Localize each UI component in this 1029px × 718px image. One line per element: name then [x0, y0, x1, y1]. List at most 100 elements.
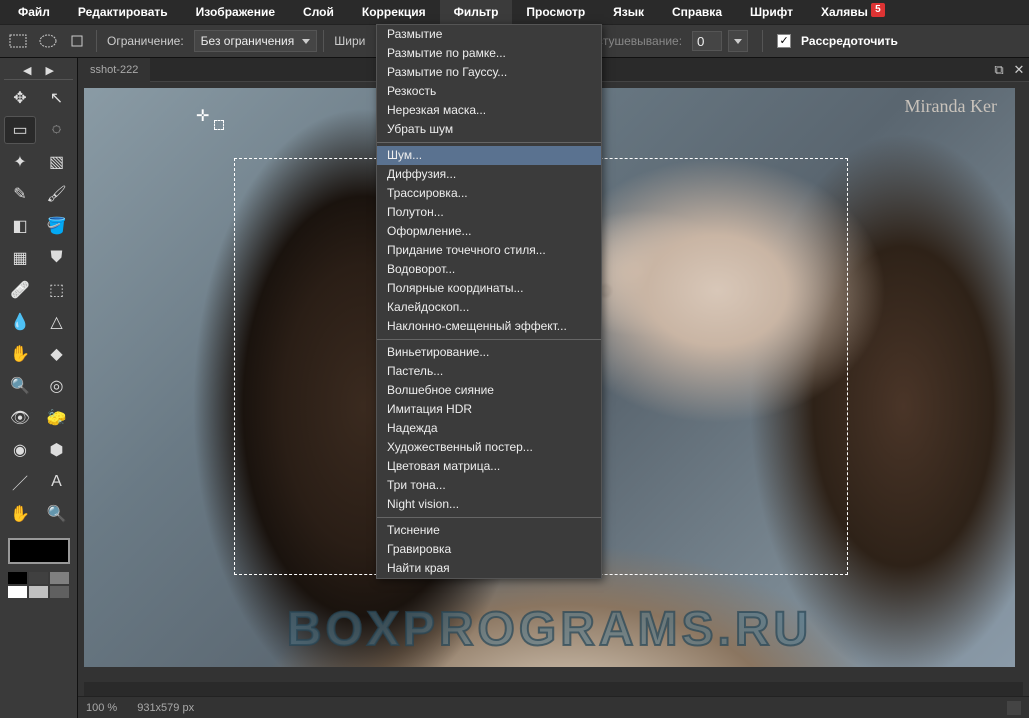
filter-menu-item[interactable]: Шум... — [377, 146, 601, 165]
blob-tool[interactable]: ◉ — [4, 436, 36, 464]
swatch[interactable] — [29, 586, 48, 598]
menu-separator — [377, 517, 601, 518]
pencil-tool[interactable]: ✎ — [4, 180, 36, 208]
marquee-rect-icon[interactable] — [6, 29, 30, 53]
stamp-tool[interactable]: ⛊ — [41, 244, 73, 272]
menu-freebies[interactable]: Халявы5 — [807, 0, 899, 24]
filter-menu-item[interactable]: Резкость — [377, 82, 601, 101]
filter-menu-item[interactable]: Трассировка... — [377, 184, 601, 203]
feather-dropdown[interactable] — [728, 30, 748, 52]
filter-menu-item[interactable]: Тиснение — [377, 521, 601, 540]
filter-menu-item[interactable]: Калейдоскоп... — [377, 298, 601, 317]
patch-tool[interactable]: ⬚ — [41, 276, 73, 304]
crosshair-cursor: ✛ — [196, 106, 209, 126]
shape-tool[interactable]: ◎ — [41, 372, 73, 400]
marquee-ellipse-icon[interactable] — [36, 29, 60, 53]
filter-menu-item[interactable]: Полутон... — [377, 203, 601, 222]
heal-tool[interactable]: 🩹 — [4, 276, 36, 304]
menu-font[interactable]: Шрифт — [736, 0, 807, 24]
menu-separator — [377, 339, 601, 340]
color-swatches — [4, 538, 73, 598]
menu-edit[interactable]: Редактировать — [64, 0, 182, 24]
zoom-tool[interactable]: 🔍 — [4, 372, 36, 400]
limit-label: Ограничение: — [107, 34, 184, 48]
filter-menu-item[interactable]: Гравировка — [377, 540, 601, 559]
filter-menu-item[interactable]: Волшебное сияние — [377, 381, 601, 400]
bucket-tool[interactable]: 🪣 — [41, 212, 73, 240]
scatter-checkbox[interactable]: ✓ — [777, 34, 791, 48]
filter-menu-item[interactable]: Три тона... — [377, 476, 601, 495]
horizontal-scrollbar[interactable] — [84, 682, 1023, 696]
filter-menu-item[interactable]: Пастель... — [377, 362, 601, 381]
filter-menu-item[interactable]: Диффузия... — [377, 165, 601, 184]
limit-dropdown[interactable]: Без ограничения — [194, 30, 318, 52]
watermark-text: BOXPROGRAMS.RU — [287, 602, 812, 657]
detach-icon[interactable]: ⧉ — [989, 60, 1009, 80]
filter-menu-item[interactable]: Придание точечного стиля... — [377, 241, 601, 260]
sponge-tool[interactable]: 🧽 — [41, 404, 73, 432]
canvas-dimensions: 931x579 px — [137, 702, 194, 714]
statusbar: 100 % 931x579 px — [78, 696, 1029, 718]
filter-menu-item[interactable]: Полярные координаты... — [377, 279, 601, 298]
close-icon[interactable]: ✕ — [1009, 60, 1029, 80]
feather-input[interactable] — [692, 31, 722, 51]
line-tool[interactable]: ／ — [4, 468, 36, 496]
swatch[interactable] — [8, 572, 27, 584]
resize-handle-icon[interactable] — [1007, 701, 1021, 715]
blur-tool[interactable]: 💧 — [4, 308, 36, 336]
burn-tool[interactable]: ◆ — [41, 340, 73, 368]
menu-view[interactable]: Просмотр — [512, 0, 599, 24]
menu-filter[interactable]: Фильтр — [440, 0, 513, 24]
dodge-tool[interactable]: ✋ — [4, 340, 36, 368]
filter-menu-item[interactable]: Цветовая матрица... — [377, 457, 601, 476]
filter-menu-item[interactable]: Размытие по рамке... — [377, 44, 601, 63]
crop-tool[interactable]: ▧ — [41, 148, 73, 176]
filter-dropdown-menu: РазмытиеРазмытие по рамке...Размытие по … — [376, 24, 602, 579]
wand-tool[interactable]: ✦ — [4, 148, 36, 176]
toolbar-collapser[interactable]: ◀▶ — [4, 62, 73, 80]
text-tool[interactable]: A — [41, 468, 73, 496]
toolbar: ◀▶ ✥↖▭◌✦▧✎🖌◧🪣▦⛊🩹⬚💧△✋◆🔍◎👁🧽◉⬢／A✋🔍 — [0, 58, 78, 718]
swatch[interactable] — [50, 572, 69, 584]
sharpen-tool[interactable]: △ — [41, 308, 73, 336]
swatch[interactable] — [8, 586, 27, 598]
filter-menu-item[interactable]: Размытие по Гауссу... — [377, 63, 601, 82]
menu-image[interactable]: Изображение — [182, 0, 289, 24]
marquee-tool[interactable]: ▭ — [4, 116, 36, 144]
filter-menu-item[interactable]: Убрать шум — [377, 120, 601, 139]
liquify-tool[interactable]: ⬢ — [41, 436, 73, 464]
menu-help[interactable]: Справка — [658, 0, 736, 24]
move-tool[interactable]: ✥ — [4, 84, 36, 112]
filter-menu-item[interactable]: Виньетирование... — [377, 343, 601, 362]
swatch[interactable] — [50, 586, 69, 598]
filter-menu-item[interactable]: Надежда — [377, 419, 601, 438]
brush-tool[interactable]: 🖌 — [41, 180, 73, 208]
zoom2-tool[interactable]: 🔍 — [41, 500, 73, 528]
image-signature: Miranda Ker — [905, 96, 997, 117]
filter-menu-item[interactable]: Имитация HDR — [377, 400, 601, 419]
filter-menu-item[interactable]: Художественный постер... — [377, 438, 601, 457]
filter-menu-item[interactable]: Размытие — [377, 25, 601, 44]
eraser-tool[interactable]: ◧ — [4, 212, 36, 240]
filter-menu-item[interactable]: Night vision... — [377, 495, 601, 514]
filter-menu-item[interactable]: Наклонно-смещенный эффект... — [377, 317, 601, 336]
hand-tool[interactable]: ✋ — [4, 500, 36, 528]
menu-layer[interactable]: Слой — [289, 0, 348, 24]
menu-language[interactable]: Язык — [599, 0, 658, 24]
swatch[interactable] — [29, 572, 48, 584]
menu-file[interactable]: Файл — [4, 0, 64, 24]
gradient-tool[interactable]: ▦ — [4, 244, 36, 272]
filter-menu-item[interactable]: Оформление... — [377, 222, 601, 241]
filter-menu-item[interactable]: Найти края — [377, 559, 601, 578]
marquee-mode-icon[interactable] — [66, 29, 90, 53]
chevron-down-icon — [302, 39, 310, 44]
filter-menu-item[interactable]: Водоворот... — [377, 260, 601, 279]
lasso-tool[interactable]: ◌ — [41, 116, 73, 144]
pointer-tool[interactable]: ↖ — [41, 84, 73, 112]
zoom-level: 100 % — [86, 702, 117, 714]
foreground-color[interactable] — [8, 538, 70, 564]
eye-tool[interactable]: 👁 — [4, 404, 36, 432]
document-tab[interactable]: sshot-222 — [78, 58, 150, 82]
filter-menu-item[interactable]: Нерезкая маска... — [377, 101, 601, 120]
menu-correction[interactable]: Коррекция — [348, 0, 440, 24]
